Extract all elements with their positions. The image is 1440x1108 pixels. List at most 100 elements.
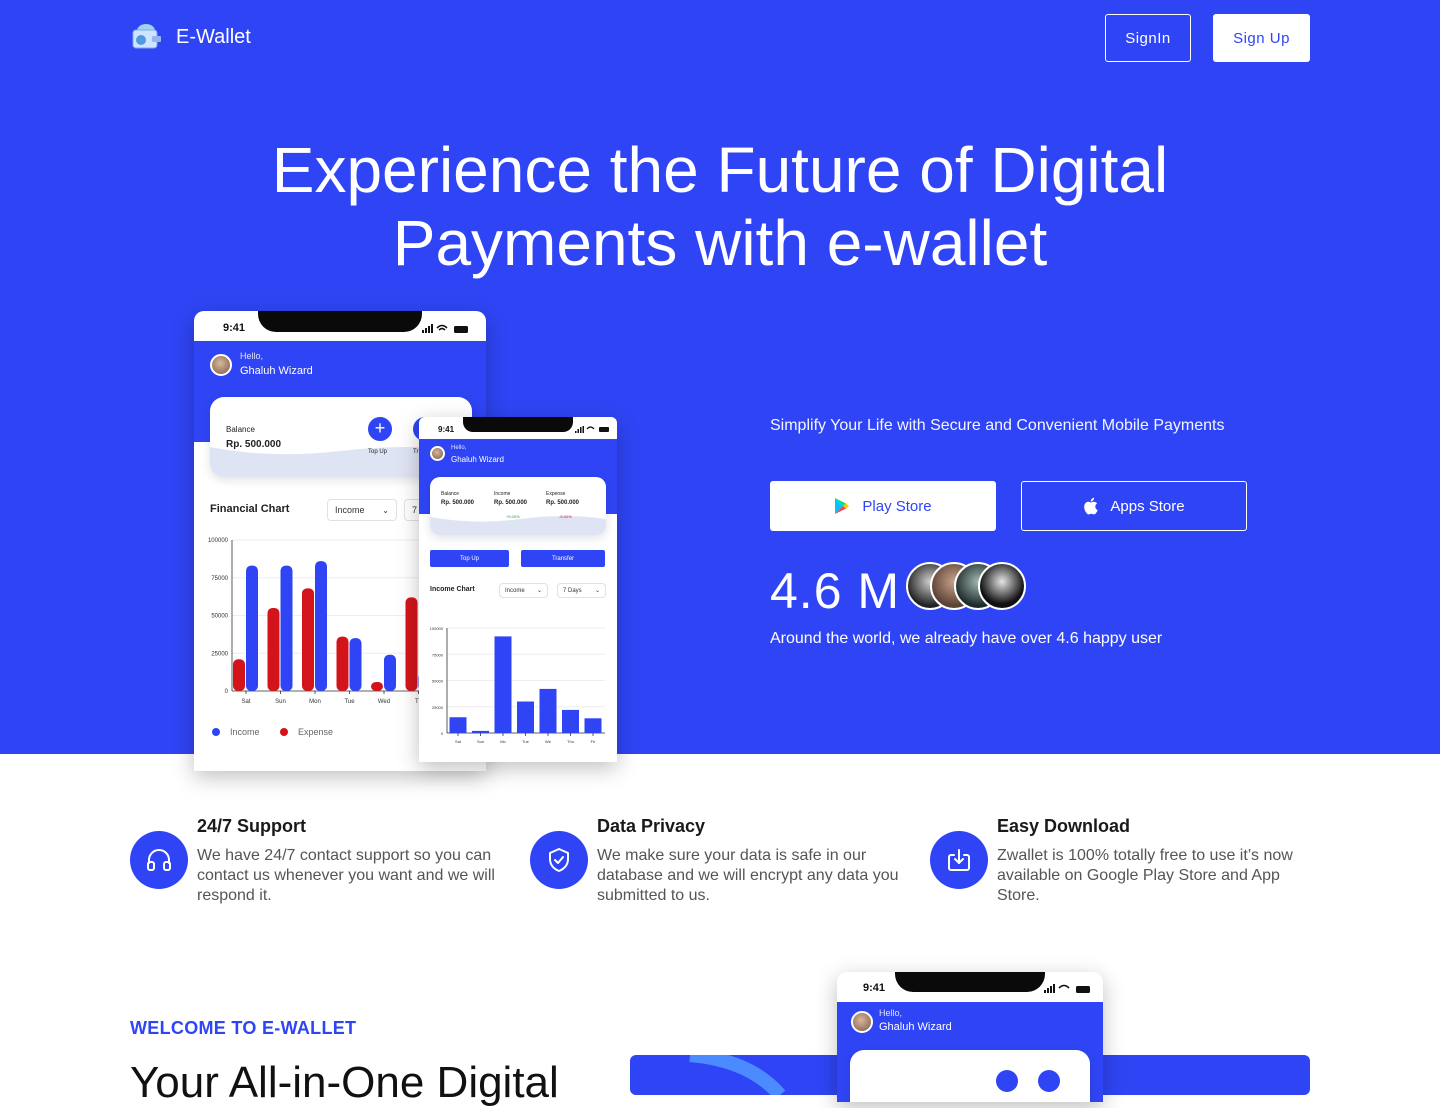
bar-expense <box>336 636 349 691</box>
wallet-logo-icon <box>132 24 161 49</box>
y-tick-label: 75000 <box>211 576 228 582</box>
y-tick-label: 50000 <box>211 614 228 620</box>
expense-change: -5.00% <box>559 514 572 519</box>
x-tick-label: We <box>545 739 552 744</box>
signup-button[interactable]: Sign Up <box>1213 14 1310 62</box>
top-up-button[interactable]: Top Up <box>430 550 509 567</box>
status-time: 9:41 <box>863 982 886 994</box>
x-tick-label: Wed <box>378 699 390 705</box>
income-chart: 100000 75000 50000 25000 0 Sat Sun Mo Tue We Thu Fr… <box>430 626 605 744</box>
phone-header: Hello, Ghaluh Wizard <box>419 439 617 469</box>
apps-store-label: Apps Store <box>1110 497 1185 515</box>
status-time: 9:41 <box>223 322 246 334</box>
play-store-button[interactable]: Play Store <box>770 481 996 531</box>
signin-button[interactable]: SignIn <box>1105 14 1191 62</box>
expense-value: Rp. 500.000 <box>546 500 580 506</box>
balance-value: Rp. 500.000 <box>226 439 282 450</box>
x-tick-label: Sat <box>455 739 462 744</box>
status-icons <box>422 324 468 333</box>
headphones-icon <box>130 831 188 889</box>
hero-subtitle: Simplify Your Life with Secure and Conve… <box>770 417 1225 434</box>
status-time: 9:41 <box>438 425 455 434</box>
users-description: Around the world, we already have over 4… <box>770 630 1163 647</box>
phone-header: Hello, Ghaluh Wizard <box>837 1002 1103 1102</box>
hero-section: E-Wallet SignIn Sign Up Experience the F… <box>0 0 1440 771</box>
brand-logo[interactable]: E-Wallet <box>130 22 251 52</box>
expense-label: Expense <box>546 491 566 497</box>
income-value: Rp. 500.000 <box>494 500 528 506</box>
x-tick-label: Sun <box>275 699 286 705</box>
welcome-heading: Your All-in-One Digital <box>130 1058 559 1107</box>
x-tick-label: Sat <box>241 699 250 705</box>
period-dropdown[interactable]: 7 Days ⌄ <box>557 583 606 598</box>
balance-label: Balance <box>226 425 255 434</box>
period-dropdown-value: 7 <box>412 505 418 515</box>
income-label: Income <box>494 491 511 497</box>
bar-income <box>494 636 512 733</box>
top-up-button[interactable]: + <box>368 417 392 441</box>
bar-income <box>472 730 489 733</box>
avatar[interactable] <box>210 354 232 376</box>
chevron-down-icon: ⌄ <box>382 505 389 515</box>
chart-filter-dropdown[interactable]: Income ⌄ <box>327 499 397 521</box>
apps-store-button[interactable]: Apps Store <box>1021 481 1247 531</box>
phone-header: Hello, Ghaluh Wizard <box>194 341 486 387</box>
bar-income <box>539 688 557 733</box>
transfer-label: Transfer <box>551 555 575 562</box>
y-tick-label: 25000 <box>432 705 444 710</box>
income-change: +5.00% <box>506 514 520 519</box>
y-tick-label: 0 <box>225 689 229 695</box>
bar-expense <box>302 588 314 691</box>
download-icon <box>930 831 988 889</box>
hero-title: Experience the Future of Digital Payment… <box>180 134 1260 280</box>
transfer-button[interactable]: Transfer <box>521 550 605 567</box>
bar-income <box>449 717 467 733</box>
bar-income <box>584 718 602 733</box>
chart-title: Income Chart <box>430 586 475 593</box>
hero-title-line-1: Experience the Future of Digital <box>271 134 1169 206</box>
bar-expense <box>267 607 280 691</box>
x-tick-label: Mon <box>309 699 321 705</box>
y-tick-label: 75000 <box>432 652 444 657</box>
transfer-label-partial: Tr <box>413 449 419 455</box>
greeting: Hello, <box>879 1008 903 1018</box>
x-tick-label: Fri <box>591 739 596 744</box>
avatar[interactable] <box>430 446 445 461</box>
avatar[interactable] <box>851 1011 873 1033</box>
x-tick-label: Mo <box>500 739 506 744</box>
chart-title: Financial Chart <box>210 503 290 515</box>
dropdown-value: Income <box>505 587 525 594</box>
dropdown-value: Income <box>335 505 365 515</box>
x-tick-label: Sun <box>477 739 484 744</box>
bar-income <box>349 638 362 691</box>
balance-card: Balance Rp. 500.000 Income Rp. 500.000 +… <box>430 477 606 535</box>
y-tick-label: 100000 <box>208 538 229 544</box>
chart-filter-dropdown[interactable]: Income ⌄ <box>499 583 548 598</box>
transfer-button[interactable] <box>1038 1070 1060 1092</box>
feature-title: Data Privacy <box>597 816 706 836</box>
avatar <box>978 562 1026 610</box>
status-icons <box>575 426 609 433</box>
user-name: Ghaluh Wizard <box>240 365 313 377</box>
legend-income-dot <box>212 728 220 736</box>
top-up-label: Top Up <box>459 555 479 562</box>
bar-income <box>246 565 258 691</box>
bar-income <box>562 709 579 733</box>
user-name: Ghaluh Wizard <box>879 1021 952 1033</box>
legend-expense: Expense <box>298 727 334 737</box>
period-dropdown-value: 7 Days <box>563 587 582 594</box>
y-tick-label: 0 <box>441 731 444 736</box>
feature-title: Easy Download <box>997 816 1131 836</box>
user-avatars <box>906 562 1036 612</box>
shield-check-icon <box>530 831 588 889</box>
brand-name: E-Wallet <box>176 25 251 48</box>
top-up-button[interactable] <box>996 1070 1018 1092</box>
feature-description: We make sure your data is safe in our da… <box>597 847 899 904</box>
bar-expense <box>405 597 418 691</box>
feature-title: 24/7 Support <box>197 816 307 836</box>
play-store-icon <box>835 498 850 514</box>
bar-income <box>384 654 396 691</box>
phone-mockup-small: 9:41 Hello, Ghaluh Wizard Balance Rp. 50… <box>419 417 617 762</box>
legend-income: Income <box>230 727 260 737</box>
x-tick-label: Tue <box>344 699 355 705</box>
